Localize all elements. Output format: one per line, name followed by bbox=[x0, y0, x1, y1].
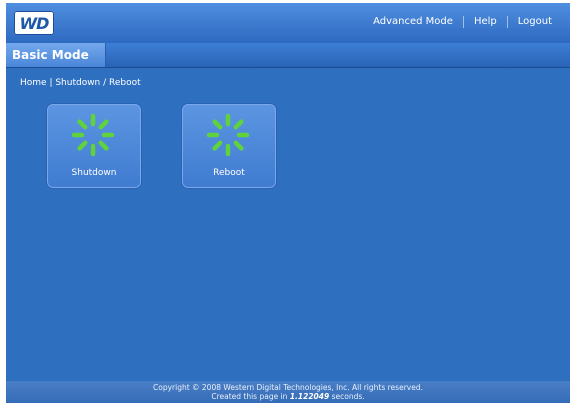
copyright-text: Copyright © 2008 Western Digital Technol… bbox=[153, 383, 423, 392]
power-spinner-icon bbox=[71, 113, 115, 157]
timing-suffix: seconds. bbox=[331, 392, 365, 401]
shutdown-label: Shutdown bbox=[71, 168, 117, 178]
top-bar: WD Advanced Mode Help Logout bbox=[6, 3, 570, 43]
logo-text: WD bbox=[19, 13, 50, 33]
basic-mode-tab[interactable]: Basic Mode bbox=[6, 43, 106, 67]
breadcrumb: Home | Shutdown / Reboot bbox=[20, 78, 141, 88]
timing-prefix: Created this page in bbox=[211, 392, 288, 401]
advanced-mode-link[interactable]: Advanced Mode bbox=[363, 16, 463, 28]
timing-value: 1.122049 bbox=[289, 392, 330, 401]
logout-link[interactable]: Logout bbox=[508, 16, 562, 28]
footer: Copyright © 2008 Western Digital Technol… bbox=[6, 381, 570, 403]
reboot-label: Reboot bbox=[213, 168, 245, 178]
app-window: WD Advanced Mode Help Logout Basic Mode … bbox=[6, 3, 570, 403]
mode-bar: Basic Mode bbox=[6, 43, 570, 68]
shutdown-button[interactable]: Shutdown bbox=[46, 103, 142, 189]
power-spinner-icon bbox=[206, 113, 250, 157]
help-link[interactable]: Help bbox=[464, 16, 507, 28]
page-timing: Created this page in 1.122049 seconds. bbox=[6, 392, 570, 401]
wd-logo[interactable]: WD bbox=[14, 11, 54, 35]
header-links: Advanced Mode Help Logout bbox=[363, 16, 562, 28]
reboot-button[interactable]: Reboot bbox=[181, 103, 277, 189]
